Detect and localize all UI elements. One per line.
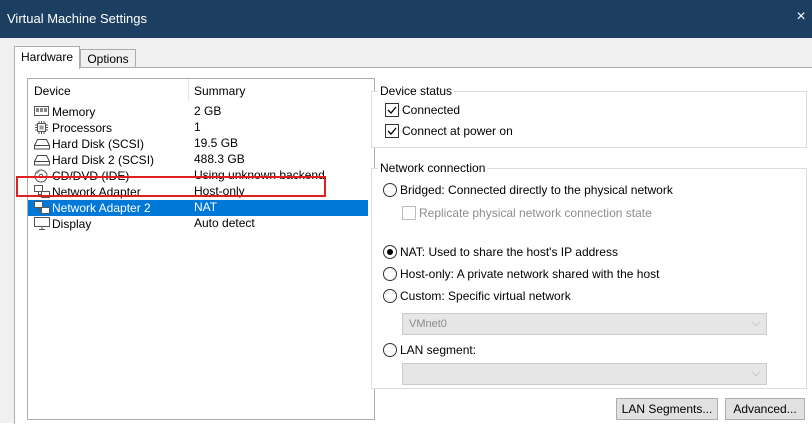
title-bar: Virtual Machine Settings × (0, 0, 812, 38)
chevron-down-icon[interactable]: ⌵ (752, 317, 760, 330)
nat-label: NAT: Used to share the host's IP address (400, 245, 618, 259)
advanced-button[interactable]: Advanced... (725, 398, 805, 420)
tab-options[interactable]: Options (80, 49, 136, 68)
network-adapter-icon (34, 185, 50, 198)
checkbox-box[interactable] (385, 103, 399, 117)
device-name: Network Adapter (52, 185, 141, 199)
cd-dvd-icon (34, 169, 48, 183)
device-status-label: Device status (378, 84, 455, 98)
custom-label: Custom: Specific virtual network (400, 289, 571, 303)
device-row-display[interactable]: Display Auto detect (28, 216, 368, 232)
radio-circle[interactable] (383, 245, 397, 259)
hard-disk-icon (34, 155, 50, 166)
network-connection-label: Network connection (378, 161, 488, 175)
window-title: Virtual Machine Settings (7, 11, 147, 26)
device-summary: 2 GB (194, 104, 222, 118)
checkbox-box[interactable] (402, 206, 416, 220)
device-name: Hard Disk 2 (SCSI) (52, 153, 155, 167)
connect-at-power-on-label: Connect at power on (402, 124, 513, 138)
device-summary: Host-only (194, 184, 245, 198)
radio-circle[interactable] (383, 343, 397, 357)
device-summary: Using unknown backend (194, 168, 325, 182)
column-header-summary[interactable]: Summary (194, 84, 245, 98)
device-row-network-adapter[interactable]: Network Adapter Host-only (28, 184, 368, 200)
checkbox-box[interactable] (385, 124, 399, 138)
tab-hardware[interactable]: Hardware (14, 46, 80, 69)
lan-segments-button[interactable]: LAN Segments... (616, 398, 718, 420)
device-summary: 1 (194, 120, 201, 134)
custom-network-select[interactable]: VMnet0 ⌵ (402, 313, 767, 335)
device-name: CD/DVD (IDE) (52, 169, 130, 183)
network-adapter-icon (34, 201, 50, 214)
display-icon (34, 217, 50, 230)
connected-label: Connected (402, 103, 461, 117)
device-list-header: Device Summary (28, 79, 374, 101)
device-summary: 19.5 GB (194, 136, 239, 150)
device-row-network-adapter-2[interactable]: Network Adapter 2 NAT (28, 200, 368, 216)
bridged-label: Bridged: Connected directly to the physi… (400, 183, 673, 197)
radio-circle[interactable] (383, 183, 397, 197)
device-row-memory[interactable]: Memory 2 GB (28, 104, 368, 120)
device-row-hard-disk-2[interactable]: Hard Disk 2 (SCSI) 488.3 GB (28, 152, 368, 168)
device-name: Hard Disk (SCSI) (52, 137, 145, 151)
radio-circle[interactable] (383, 289, 397, 303)
hardware-panel: Device Summary Memory 2 GB Processors 1 (14, 67, 812, 424)
device-summary: Auto detect (194, 216, 255, 230)
device-row-processors[interactable]: Processors 1 (28, 120, 368, 136)
checkmark-icon (387, 106, 397, 114)
column-header-device[interactable]: Device (34, 84, 71, 98)
host-only-label: Host-only: A private network shared with… (400, 267, 660, 281)
device-summary: NAT (194, 200, 218, 214)
checkmark-icon (387, 127, 397, 135)
memory-icon (34, 106, 49, 116)
close-icon[interactable]: × (790, 6, 812, 28)
device-status-group: Device status Connected Connect at power… (371, 84, 807, 148)
chevron-down-icon[interactable]: ⌵ (752, 367, 760, 380)
device-list[interactable]: Device Summary Memory 2 GB Processors 1 (27, 78, 375, 420)
processor-icon (35, 121, 48, 134)
column-divider[interactable] (188, 79, 189, 101)
custom-network-value: VMnet0 (409, 318, 447, 330)
lan-segment-label: LAN segment: (400, 343, 477, 357)
device-row-hard-disk[interactable]: Hard Disk (SCSI) 19.5 GB (28, 136, 368, 152)
replicate-state-label: Replicate physical network connection st… (419, 206, 652, 220)
device-row-cd-dvd[interactable]: CD/DVD (IDE) Using unknown backend (28, 168, 368, 184)
device-summary: 488.3 GB (194, 152, 245, 166)
lan-segment-select[interactable]: ⌵ (402, 363, 767, 385)
device-name: Processors (52, 121, 113, 135)
device-name: Network Adapter 2 (52, 201, 151, 215)
network-connection-group: Network connection Bridged: Connected di… (371, 161, 807, 389)
device-name: Memory (52, 105, 96, 119)
dialog-body: Hardware Options Device Summary Memory 2… (0, 38, 812, 424)
hard-disk-icon (34, 139, 50, 150)
radio-circle[interactable] (383, 267, 397, 281)
device-name: Display (52, 217, 92, 231)
